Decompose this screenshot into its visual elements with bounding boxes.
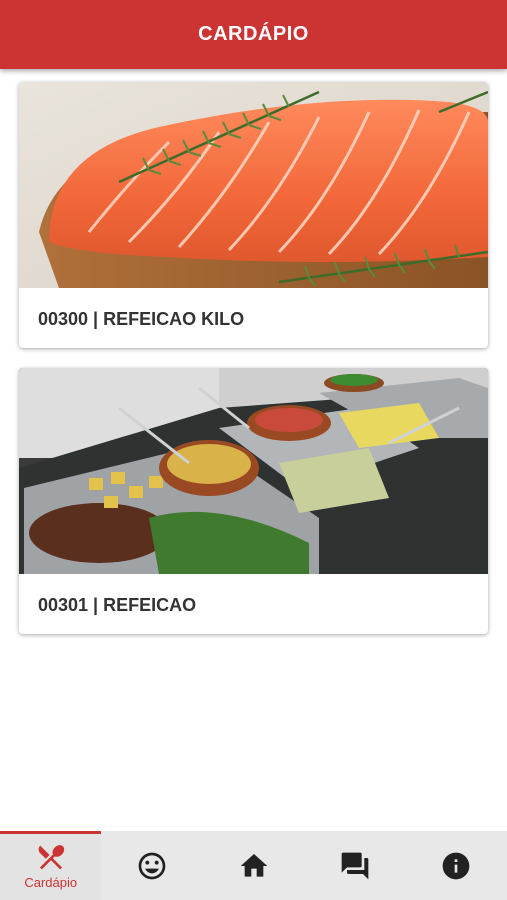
menu-card[interactable]: 00300 | REFEICAO KILO — [19, 82, 488, 348]
smiley-icon — [138, 852, 166, 879]
salmon-photo — [19, 82, 488, 288]
info-icon — [442, 852, 470, 879]
nav-tab-cardapio[interactable]: Cardápio — [0, 831, 102, 900]
nav-tab-info[interactable] — [406, 831, 507, 900]
app-screen: CARDÁPIO 00300 | REFEICAO KILO 00301 | R… — [0, 0, 507, 900]
menu-card[interactable]: 00301 | REFEICAO — [19, 368, 488, 634]
home-icon — [240, 853, 267, 877]
app-header: CARDÁPIO — [0, 0, 507, 69]
menu-item-title: 00301 | REFEICAO — [38, 595, 197, 615]
nav-tab-messages[interactable] — [304, 831, 405, 900]
menu-item-title: 00300 | REFEICAO KILO — [38, 309, 245, 329]
fork-knife-icon — [38, 845, 64, 870]
nav-tab-home[interactable] — [203, 831, 304, 900]
buffet-photo — [19, 368, 488, 574]
page-title: CARDÁPIO — [198, 23, 309, 45]
bottom-navigation: Cardápio — [0, 831, 507, 900]
nav-tab-feedback[interactable] — [101, 831, 202, 900]
chat-icon — [341, 852, 369, 879]
nav-tab-label: Cardápio — [24, 875, 78, 890]
